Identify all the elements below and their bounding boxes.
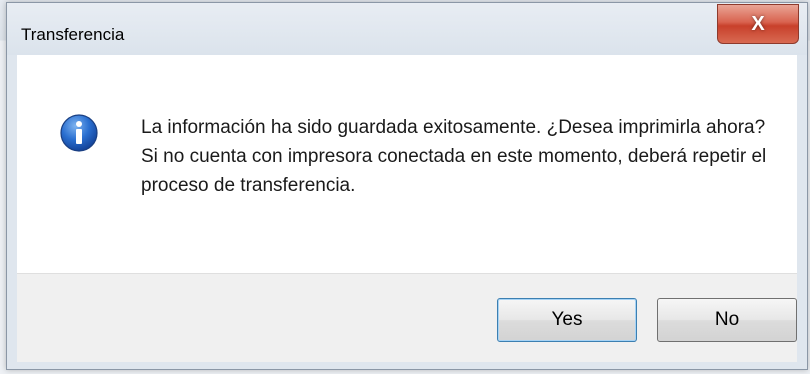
message-line-1: La información ha sido guardada exitosam…	[141, 117, 766, 138]
message-line-2: Si no cuenta con impresora conectada en …	[141, 146, 767, 196]
close-icon: X	[751, 12, 765, 35]
message-dialog: Transferencia X La información ha sido g…	[6, 2, 808, 370]
yes-button[interactable]: Yes	[497, 298, 637, 342]
close-button[interactable]: X	[717, 4, 799, 44]
title-bar[interactable]: Transferencia X	[7, 3, 807, 55]
message-area: La información ha sido guardada exitosam…	[17, 55, 797, 273]
no-button[interactable]: No	[657, 298, 797, 342]
dialog-title: Transferencia	[21, 25, 125, 44]
message-text: La información ha sido guardada exitosam…	[141, 113, 781, 200]
info-icon	[60, 114, 98, 152]
button-bar: Yes No	[17, 273, 797, 362]
